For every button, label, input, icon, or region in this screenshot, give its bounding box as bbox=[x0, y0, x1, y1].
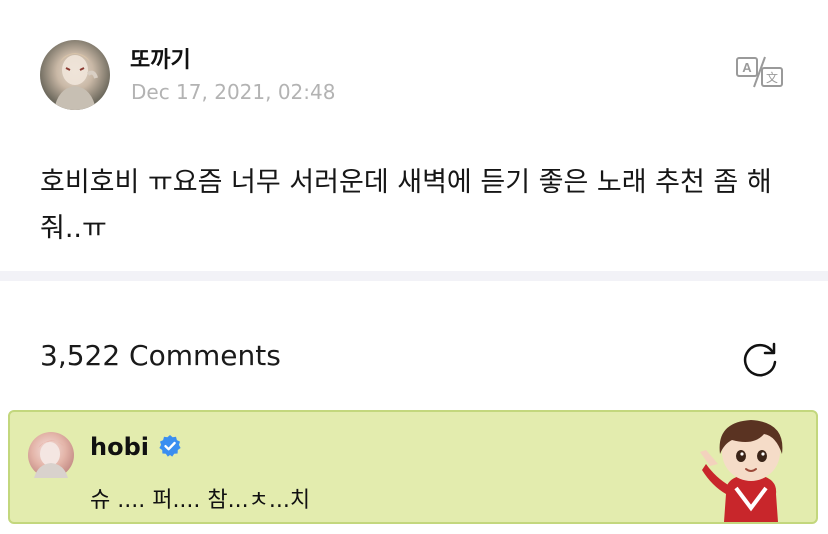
refresh-button[interactable] bbox=[738, 338, 782, 382]
svg-text:文: 文 bbox=[766, 70, 778, 85]
verified-badge-icon bbox=[159, 435, 181, 457]
translate-icon: A 文 bbox=[736, 56, 783, 88]
svg-text:A: A bbox=[742, 60, 752, 75]
post-body: 호비호비 ㅠ요즘 너무 서러운데 새벽에 듣기 좋은 노래 추천 좀 해줘..ㅠ bbox=[40, 167, 772, 244]
refresh-icon bbox=[743, 342, 777, 377]
translate-button[interactable]: A 文 bbox=[734, 52, 786, 92]
commenter-name[interactable]: hobi bbox=[90, 433, 149, 461]
highlighted-comment[interactable]: hobi 슈 .... 퍼.... 참...ㅊ...치 bbox=[8, 410, 818, 524]
author-name[interactable]: 또까기 bbox=[130, 42, 191, 74]
comments-count: 3,522 Comments bbox=[40, 339, 281, 372]
section-divider bbox=[0, 271, 828, 281]
commenter-avatar[interactable] bbox=[28, 432, 74, 478]
commenter-avatar-photo bbox=[34, 440, 68, 478]
comment-text: 슈 .... 퍼.... 참...ㅊ...치 bbox=[90, 488, 311, 513]
avatar-photo bbox=[54, 53, 98, 110]
author-avatar[interactable] bbox=[40, 40, 110, 110]
character-sticker-icon bbox=[700, 420, 783, 522]
post-date: Dec 17, 2021, 02:48 bbox=[131, 80, 336, 104]
post-header: 또까기 Dec 17, 2021, 02:48 A 文 bbox=[0, 0, 828, 140]
